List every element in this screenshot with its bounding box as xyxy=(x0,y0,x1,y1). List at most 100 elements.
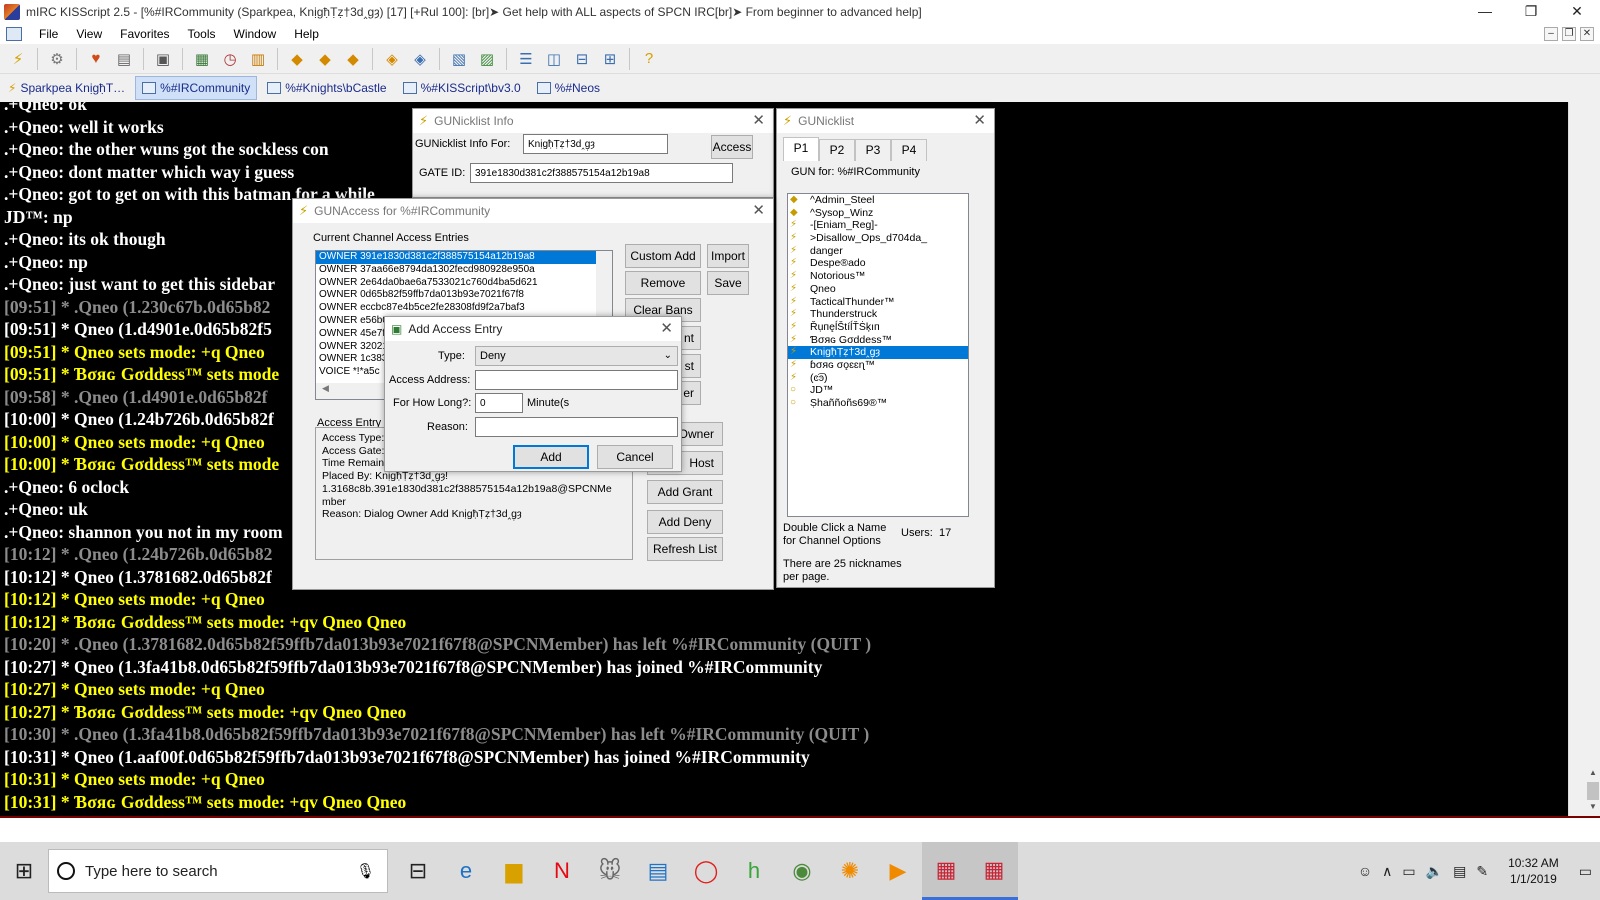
close-icon[interactable]: ✕ xyxy=(660,319,673,337)
menu-tools[interactable]: Tools xyxy=(179,27,225,41)
menu-favorites[interactable]: Favorites xyxy=(111,27,178,41)
battery-icon[interactable]: ▭ xyxy=(1402,863,1415,880)
save-button[interactable]: Save xyxy=(707,271,749,295)
access-button[interactable]: Access xyxy=(711,135,753,159)
tile-horizontal-icon[interactable]: ⊟ xyxy=(570,47,594,71)
pen-icon[interactable]: ✎ xyxy=(1476,863,1488,880)
taskbar-search[interactable]: Type here to search 🎙 xyxy=(48,849,388,893)
document-app-icon[interactable]: ▤ xyxy=(634,842,682,900)
scripts-editor-icon[interactable]: ▣ xyxy=(151,47,175,71)
nick-list-item[interactable]: ⚡ (ͼ͡ͽ) xyxy=(788,372,968,385)
menu-window[interactable]: Window xyxy=(225,27,286,41)
switchbar-tab-kisscript[interactable]: %#KISScript\bv3.0 xyxy=(397,76,527,100)
close-icon[interactable]: ✕ xyxy=(973,111,986,129)
microphone-icon[interactable]: 🎙 xyxy=(356,862,387,880)
channels-list-icon[interactable]: ▤ xyxy=(112,47,136,71)
colors-icon[interactable]: ▥ xyxy=(246,47,270,71)
mirc-icon-1[interactable]: ▦ xyxy=(922,842,970,900)
add-grant-button[interactable]: Add Grant xyxy=(647,480,723,504)
nick-list-item[interactable]: ⚡ >Disallow_Ops_d704da_ xyxy=(788,232,968,245)
nick-list-item[interactable]: ○ Ṣhaññoñs69®™ xyxy=(788,397,968,410)
help-icon[interactable]: ? xyxy=(637,47,661,71)
how-long-field[interactable]: 0 xyxy=(475,393,523,413)
close-icon[interactable]: ✕ xyxy=(752,111,765,129)
tab-p1[interactable]: P1 xyxy=(783,137,819,161)
network-icon[interactable]: ▤ xyxy=(1453,863,1466,880)
volume-icon[interactable]: 🔈 xyxy=(1426,863,1443,880)
cancel-button[interactable]: Cancel xyxy=(597,445,673,469)
tab-p3[interactable]: P3 xyxy=(855,139,891,161)
nick-list-item[interactable]: ⚡ Ɓσяɢ Gσddess™ xyxy=(788,334,968,347)
nick-list-item[interactable]: ⚡ -[Eniam_Reg]- xyxy=(788,219,968,232)
scroll-down-icon[interactable]: ▼ xyxy=(1587,802,1599,811)
add-button[interactable]: Add xyxy=(513,445,589,469)
close-button[interactable]: ✕ xyxy=(1554,0,1600,24)
mdi-close-button[interactable]: ✕ xyxy=(1580,27,1594,41)
switchbar-tab-ircommunity[interactable]: %#IRCommunity xyxy=(135,76,258,100)
options-icon[interactable]: ⚙ xyxy=(45,47,69,71)
mdi-window-icon[interactable] xyxy=(6,27,22,41)
mdi-restore-button[interactable]: ❐ xyxy=(1562,27,1576,41)
nick-list-item[interactable]: ○ JD™ xyxy=(788,384,968,397)
chat-scrollbar[interactable]: ▲ ▼ xyxy=(1568,102,1600,816)
info-for-field[interactable]: Knịgħ̣Ṭẓ†3d‸g̣ȝ xyxy=(523,134,668,154)
message-input[interactable] xyxy=(0,816,1600,842)
mirc-icon-2[interactable]: ▦ xyxy=(970,842,1018,900)
access-entry[interactable]: OWNER 2e64da0bae6a7533021c760d4ba5d621 xyxy=(316,277,612,290)
windows-start-icon[interactable]: ⊞ xyxy=(0,842,48,900)
custom-add-button[interactable]: Custom Add xyxy=(625,244,701,268)
nick-list-item[interactable]: ◆ ^Sysop_Winz xyxy=(788,207,968,220)
clock[interactable]: 10:32 AM 1/1/2019 xyxy=(1508,855,1559,887)
cascade-icon[interactable]: ☰ xyxy=(514,47,538,71)
notify-icon[interactable]: ◈ xyxy=(380,47,404,71)
tab-p4[interactable]: P4 xyxy=(891,139,927,161)
received-files-icon[interactable]: ▨ xyxy=(475,47,499,71)
access-entry[interactable]: OWNER 0d65b82f59ffb7da013b93e7021f67f8 xyxy=(316,289,612,302)
access-entry[interactable]: OWNER 391e1830d381c2f388575154a12b19a8 xyxy=(316,251,612,264)
nick-list-item[interactable]: ⚡ Despe®ado xyxy=(788,257,968,270)
refresh-list-button[interactable]: Refresh List xyxy=(647,537,723,561)
access-entry[interactable]: OWNER eccbc87e4b5ce2fe28308fd9f2a7baf3 xyxy=(316,302,612,315)
switchbar-tab-neos[interactable]: %#Neos xyxy=(531,76,606,100)
menu-file[interactable]: File xyxy=(30,27,67,41)
switchbar-tab-status[interactable]: ⚡ Sparkpea Knịgħ̣T… xyxy=(2,76,131,100)
nick-list-item[interactable]: ⚡ Notorious™ xyxy=(788,270,968,283)
chrome-icon[interactable]: ◉ xyxy=(778,842,826,900)
address-book-icon[interactable]: ▦ xyxy=(190,47,214,71)
arrange-icon[interactable]: ⊞ xyxy=(598,47,622,71)
show-hidden-icons-chevron-up-icon[interactable]: ∧ xyxy=(1382,863,1392,880)
notification-icon[interactable]: ▭ xyxy=(1579,863,1592,880)
access-address-field[interactable] xyxy=(475,370,678,390)
scroll-up-icon[interactable]: ▲ xyxy=(1587,768,1599,777)
dcc-icon[interactable]: ◆ xyxy=(341,47,365,71)
nick-list-item[interactable]: ⚡ ɓσяɢ σǫɛɛɳ™ xyxy=(788,359,968,372)
h-app-icon[interactable]: h xyxy=(730,842,778,900)
send-file-icon[interactable]: ◆ xyxy=(285,47,309,71)
nick-list-item[interactable]: ◆ ^Admin_Steel xyxy=(788,194,968,207)
nick-list-item[interactable]: ⚡ ŘụпęĺŠtíĺŤṠķıп xyxy=(788,321,968,334)
type-select[interactable]: Deny ⌄ xyxy=(475,346,678,366)
media-app-icon[interactable]: ▶ xyxy=(874,842,922,900)
gate-id-field[interactable]: 391e1830d381c2f388575154a12b19a8 xyxy=(470,163,733,183)
nick-list-item[interactable]: ⚡ Knịgħ̣Ṭẓ†3d‸g̣ȝ xyxy=(788,346,968,359)
switchbar-tab-knights[interactable]: %#Knights\bCastle xyxy=(261,76,392,100)
nick-list-item[interactable]: ⚡ Thunderstruck xyxy=(788,308,968,321)
access-entry[interactable]: OWNER 37aa66e8794da1302fecd980928e950a xyxy=(316,264,612,277)
file-explorer-icon[interactable]: ▆ xyxy=(490,842,538,900)
people-icon[interactable]: ☺ xyxy=(1358,863,1372,879)
close-icon[interactable]: ✕ xyxy=(752,201,765,219)
edge-icon[interactable]: e xyxy=(442,842,490,900)
reason-field[interactable] xyxy=(475,417,678,437)
remove-button[interactable]: Remove xyxy=(625,271,701,295)
minimize-button[interactable]: — xyxy=(1462,0,1508,24)
restore-button[interactable]: ❐ xyxy=(1508,0,1554,24)
nick-list[interactable]: ◆ ^Admin_Steel ◆ ^Sysop_Winz ⚡ -[Eniam_Reg]- ⚡… xyxy=(787,193,969,517)
add-deny-button[interactable]: Add Deny xyxy=(647,510,723,534)
import-button[interactable]: Import xyxy=(707,244,749,268)
red-app-icon[interactable]: ◯ xyxy=(682,842,730,900)
mdi-minimize-button[interactable]: – xyxy=(1544,27,1558,41)
tab-p2[interactable]: P2 xyxy=(819,139,855,161)
menu-help[interactable]: Help xyxy=(285,27,328,41)
tile-vertical-icon[interactable]: ◫ xyxy=(542,47,566,71)
nick-list-item[interactable]: ⚡ Qneo xyxy=(788,283,968,296)
